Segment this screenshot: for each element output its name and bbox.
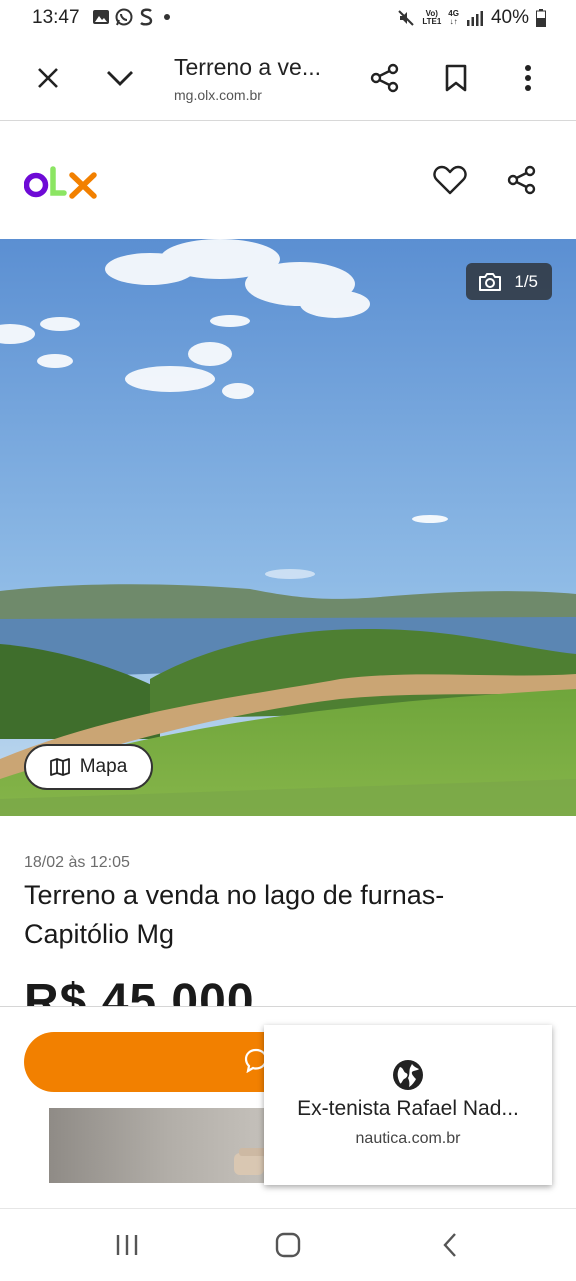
page-tab-title[interactable]: Terreno a ve... <box>174 54 344 81</box>
map-button-label: Mapa <box>79 756 128 777</box>
image-icon <box>93 10 109 24</box>
close-icon <box>38 68 58 88</box>
map-button[interactable]: Mapa <box>24 744 153 790</box>
system-nav-bar <box>0 1208 576 1281</box>
globe-icon <box>393 1060 423 1090</box>
data-indicator: 4G ↓↑ <box>448 9 459 26</box>
popup-domain: nautica.com.br <box>355 1130 461 1147</box>
listing-price: R$ 45.000 <box>24 975 255 1008</box>
recents-icon <box>116 1235 138 1255</box>
landscape-photo <box>0 239 576 816</box>
battery-icon <box>536 9 546 27</box>
listing-title: Terreno a venda no lago de furnas-Capitó… <box>24 880 445 949</box>
status-right: Vo) LTE1 4G ↓↑ 40% <box>397 7 546 29</box>
home-icon <box>275 1232 301 1258</box>
listing-date: 18/02 às 12:05 <box>24 854 130 871</box>
listing-photo[interactable]: 1/5 Mapa <box>0 239 576 816</box>
notification-icons <box>93 8 175 26</box>
map-icon <box>49 758 70 776</box>
s-app-icon <box>140 8 153 26</box>
whatsapp-icon <box>115 8 133 26</box>
battery-percent: 40% <box>490 7 529 28</box>
status-time: 13:47 <box>32 7 80 28</box>
home-button[interactable] <box>258 1221 318 1269</box>
recents-button[interactable] <box>97 1221 157 1269</box>
site-header <box>0 121 576 239</box>
close-button[interactable] <box>24 54 72 102</box>
dot-icon <box>164 14 170 20</box>
more-vert-icon <box>525 65 531 91</box>
olx-logo[interactable] <box>24 165 98 199</box>
share-button[interactable] <box>361 54 409 102</box>
more-options-button[interactable] <box>504 54 552 102</box>
photo-counter: 1/5 <box>466 263 552 300</box>
ad-image[interactable] <box>49 1108 289 1183</box>
camera-icon <box>479 272 502 291</box>
share-icon <box>370 63 399 93</box>
sofa-image <box>234 1148 289 1175</box>
chevron-down-icon <box>107 71 133 86</box>
favorite-button[interactable] <box>426 156 474 204</box>
link-preview-popup[interactable]: Ex-tenista Rafael Nad... nautica.com.br <box>264 1025 552 1185</box>
volte-indicator: Vo) LTE1 <box>422 9 442 26</box>
share-listing-button[interactable] <box>498 156 546 204</box>
page-domain: mg.olx.com.br <box>174 87 262 103</box>
browser-toolbar: Terreno a ve... mg.olx.com.br <box>0 36 576 121</box>
listing-details: 18/02 às 12:05 Terreno a venda no lago d… <box>0 816 576 1008</box>
collapse-button[interactable] <box>96 54 144 102</box>
share-icon <box>507 165 536 195</box>
status-bar: 13:47 Vo) LTE1 4G ↓↑ 40% <box>0 0 576 36</box>
bookmark-icon <box>445 64 467 92</box>
back-icon <box>443 1233 456 1257</box>
mute-icon <box>398 10 415 26</box>
back-button[interactable] <box>420 1221 480 1269</box>
heart-icon <box>433 165 467 195</box>
photo-counter-text: 1/5 <box>514 271 538 291</box>
popup-title: Ex-tenista Rafael Nad... <box>297 1097 519 1120</box>
signal-icon <box>466 11 483 26</box>
bookmark-button[interactable] <box>432 54 480 102</box>
bottom-action-area: Ex-tenista Rafael Nad... nautica.com.br <box>0 1006 576 1209</box>
